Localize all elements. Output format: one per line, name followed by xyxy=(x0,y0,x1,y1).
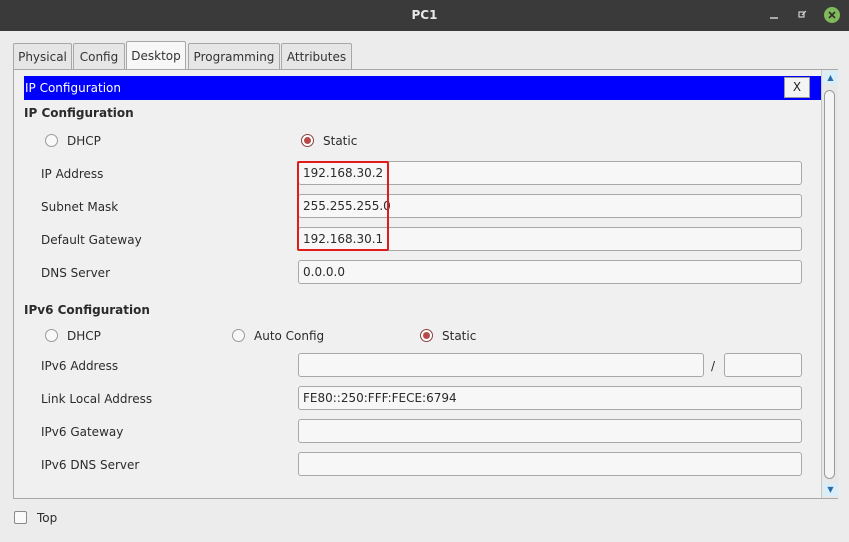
ipv6-dhcp-label: DHCP xyxy=(67,329,101,343)
tab-programming[interactable]: Programming xyxy=(188,43,280,69)
ipv6-address-input[interactable] xyxy=(298,353,704,377)
ipv4-dhcp-label: DHCP xyxy=(67,134,101,148)
dns-server-input[interactable]: 0.0.0.0 xyxy=(298,260,802,284)
scroll-up-icon[interactable]: ▲ xyxy=(823,71,838,84)
title-bar: PC1 xyxy=(0,0,849,31)
ipv6-address-label: IPv6 Address xyxy=(41,359,119,373)
ipv6-static-label: Static xyxy=(442,329,477,343)
desktop-panel: IP Configuration X IP Configuration DHCP… xyxy=(13,69,838,499)
ipv6-dns-server-input[interactable] xyxy=(298,452,802,476)
ipv6-dhcp-radio[interactable] xyxy=(45,329,58,342)
link-local-address-label: Link Local Address xyxy=(41,392,153,406)
ipv4-dhcp-radio[interactable] xyxy=(45,134,58,147)
top-checkbox[interactable] xyxy=(14,511,27,524)
ipv6-auto-config-radio[interactable] xyxy=(232,329,245,342)
ipv4-heading: IP Configuration xyxy=(24,106,134,120)
dns-server-label: DNS Server xyxy=(41,266,110,280)
prefix-separator: / xyxy=(711,359,716,373)
ipv6-prefix-input[interactable] xyxy=(724,353,802,377)
link-local-address-input[interactable]: FE80::250:FFF:FECE:6794 xyxy=(298,386,802,410)
ip-address-label: IP Address xyxy=(41,167,104,181)
top-label: Top xyxy=(37,511,58,525)
close-icon[interactable] xyxy=(823,6,841,24)
subnet-mask-label: Subnet Mask xyxy=(41,200,119,214)
default-gateway-label: Default Gateway xyxy=(41,233,142,247)
tab-attributes[interactable]: Attributes xyxy=(281,43,352,69)
tab-physical[interactable]: Physical xyxy=(13,43,72,69)
ipv4-static-radio[interactable] xyxy=(301,134,314,147)
window-title: PC1 xyxy=(411,8,438,22)
ipv6-static-radio[interactable] xyxy=(420,329,433,342)
scrollbar-thumb[interactable] xyxy=(824,90,835,479)
ipv6-heading: IPv6 Configuration xyxy=(24,303,150,317)
ipv6-dns-server-label: IPv6 DNS Server xyxy=(41,458,140,472)
ip-config-header: IP Configuration xyxy=(24,76,824,100)
minimize-icon[interactable] xyxy=(765,6,783,24)
ipv4-static-label: Static xyxy=(323,134,358,148)
tab-config[interactable]: Config xyxy=(73,43,125,69)
highlight-box xyxy=(297,161,389,251)
ipv6-gateway-label: IPv6 Gateway xyxy=(41,425,124,439)
vertical-scrollbar[interactable]: ▲ ▼ xyxy=(821,70,838,498)
scroll-down-icon[interactable]: ▼ xyxy=(823,483,838,496)
restore-icon[interactable] xyxy=(793,6,811,24)
ipv6-gateway-input[interactable] xyxy=(298,419,802,443)
tab-desktop[interactable]: Desktop xyxy=(126,41,186,70)
ipv6-auto-config-label: Auto Config xyxy=(254,329,325,343)
close-ip-config-button[interactable]: X xyxy=(784,77,810,98)
